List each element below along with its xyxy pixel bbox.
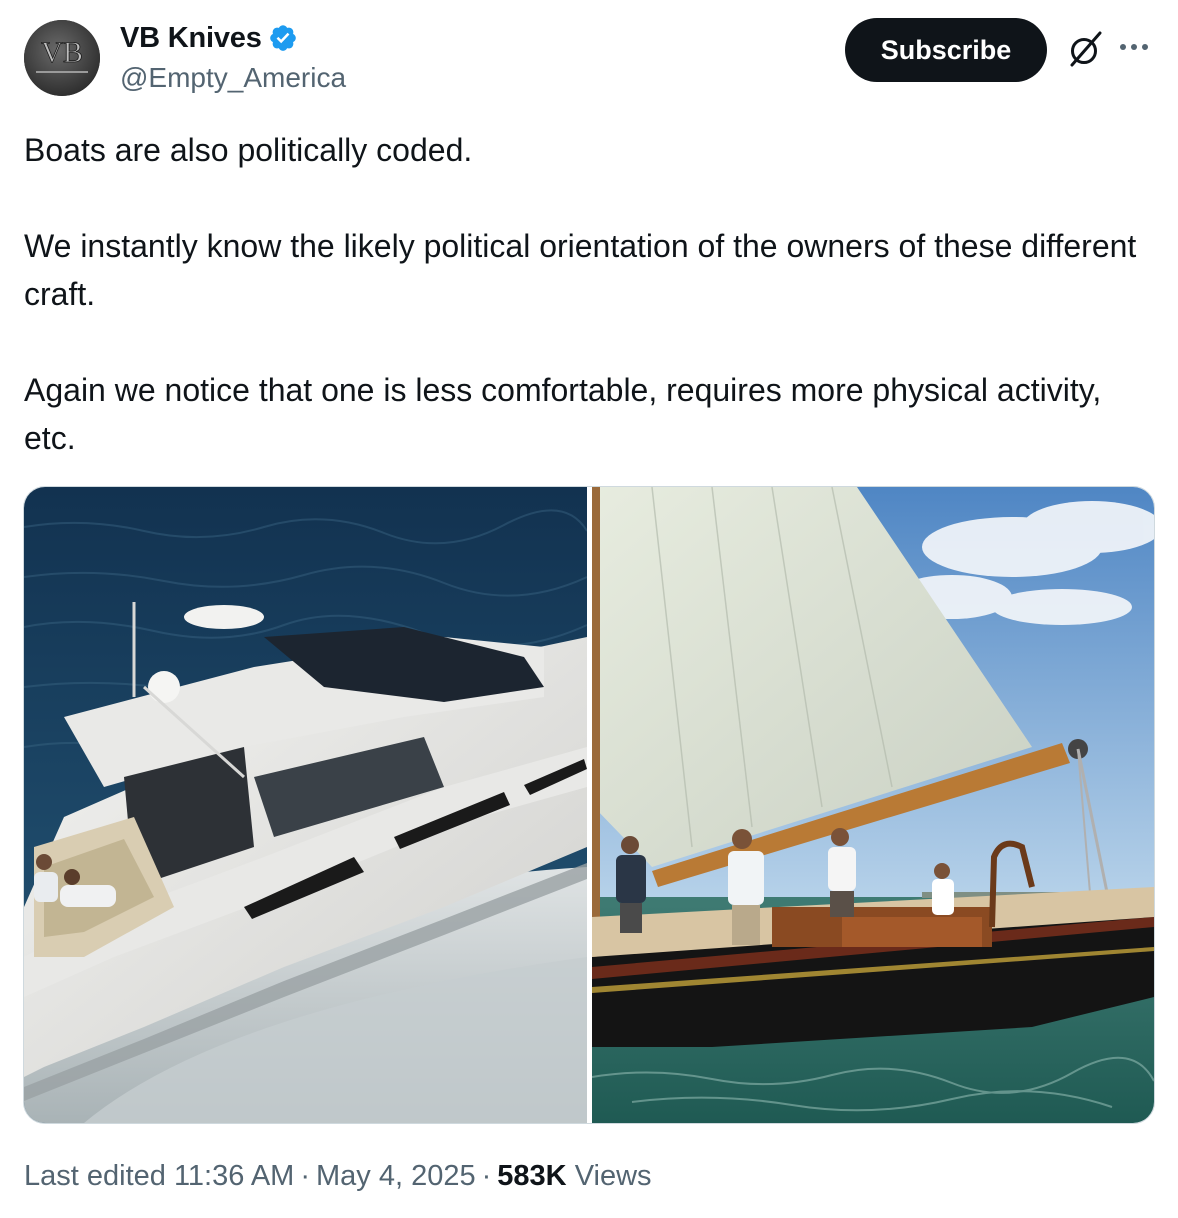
- separator: ·: [300, 1160, 311, 1192]
- timestamp-time[interactable]: 11:36 AM: [174, 1160, 294, 1192]
- sailboat-photo[interactable]: [592, 487, 1154, 1123]
- grok-icon[interactable]: [1066, 30, 1104, 68]
- separator: ·: [481, 1160, 492, 1192]
- timestamp-date[interactable]: May 4, 2025: [316, 1160, 476, 1192]
- display-name[interactable]: VB Knives: [120, 22, 262, 55]
- more-options-icon[interactable]: [1114, 32, 1154, 62]
- tweet-paragraph: We instantly know the likely political o…: [24, 228, 1137, 312]
- edited-label[interactable]: Last edited: [24, 1160, 166, 1192]
- views-label: Views: [574, 1160, 652, 1192]
- views-count: 583K: [497, 1160, 567, 1192]
- verified-badge-icon: [268, 23, 298, 53]
- tweet-paragraph: Again we notice that one is less comfort…: [24, 372, 1102, 456]
- handle[interactable]: @Empty_America: [120, 62, 346, 94]
- avatar-text: VB: [41, 36, 83, 69]
- motor-yacht-photo[interactable]: [24, 487, 587, 1123]
- subscribe-button[interactable]: Subscribe: [845, 18, 1047, 82]
- tweet-text: Boats are also politically coded. We ins…: [24, 126, 1154, 462]
- avatar[interactable]: VB: [24, 20, 100, 96]
- tweet: VB VB Knives @Empty_America Subscribe Bo…: [0, 0, 1178, 1218]
- author-info: VB Knives @Empty_America: [120, 20, 346, 94]
- media-grid: [23, 486, 1155, 1124]
- tweet-meta: Last edited 11:36 AM · May 4, 2025 · 583K Vi…: [24, 1160, 652, 1193]
- tweet-paragraph: Boats are also politically coded.: [24, 132, 473, 168]
